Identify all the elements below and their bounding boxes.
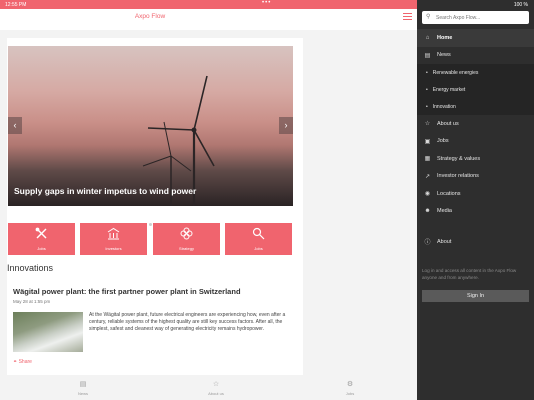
carousel-dots: [143, 213, 161, 226]
bullet-icon: •: [426, 103, 428, 110]
grid-icon: ▦: [424, 156, 431, 163]
building-icon: [107, 227, 120, 240]
briefcase-icon: ▣: [424, 138, 431, 145]
nav-label: Home: [437, 34, 453, 41]
quick-links: Jobs Investors Strategy Jobs: [8, 223, 293, 255]
nav-item-about[interactable]: ⓘ About: [417, 233, 534, 251]
people-icon: ☻: [424, 208, 431, 215]
hero-caption: Supply gaps in winter impetus to wind po…: [14, 186, 197, 196]
battery-text: 100 %: [513, 2, 528, 8]
tile-label: Jobs: [254, 246, 263, 251]
nav-label: About: [437, 238, 452, 245]
tile-label: Jobs: [37, 246, 46, 251]
nav-sublabel: Energy market: [432, 86, 466, 93]
nav-item-investor-relations[interactable]: ↗ Investor relations: [417, 168, 534, 186]
tile-investors[interactable]: Investors: [80, 223, 147, 255]
article-thumbnail[interactable]: [13, 312, 83, 352]
nav-label: About us: [437, 120, 459, 127]
search-icon: ⚲: [426, 14, 431, 20]
news-icon: ▤: [424, 52, 431, 59]
people-icon: ⚙: [346, 381, 354, 388]
tab-jobs[interactable]: ⚙ Jobs: [330, 381, 370, 396]
info-icon: ⓘ: [424, 240, 431, 247]
share-button[interactable]: ⚭ Share: [13, 359, 32, 365]
nav-label: Locations: [437, 190, 461, 197]
drawer-status: 100 %: [417, 0, 534, 9]
login-prompt: Log in and access all content in the Axp…: [422, 268, 517, 280]
side-drawer: 100 % ⚲ ⌂ Home ▤ News • Renewable energi…: [417, 0, 534, 400]
nav-label: Media: [437, 208, 452, 215]
tab-about-us[interactable]: ☆ About us: [196, 381, 236, 396]
article-date: May 28 at 1:55 pm: [13, 299, 51, 304]
article-card[interactable]: Wägital power plant: the first partner p…: [7, 278, 303, 375]
tab-news[interactable]: ▤ News: [63, 381, 103, 396]
tile-label: Strategy: [179, 246, 194, 251]
main-app: Axpo Flow ‹ › Supply gaps in winter impe…: [0, 0, 417, 400]
share-icon: ⚭: [13, 359, 18, 365]
share-label: Share: [18, 359, 32, 365]
nav-label: Jobs: [437, 138, 449, 145]
nav-item-media[interactable]: ☻ Media: [417, 203, 534, 221]
nav-item-home[interactable]: ⌂ Home: [417, 29, 534, 47]
magnifier-icon: [252, 227, 265, 240]
chart-icon: ↗: [424, 173, 431, 180]
bullet-icon: •: [426, 69, 428, 76]
tab-label: News: [77, 391, 88, 396]
nav-label: Investor relations: [437, 173, 479, 180]
search-box[interactable]: ⚲: [422, 11, 529, 24]
nav-sublabel: Innovation: [432, 103, 456, 110]
status-time: 12:55 PM: [5, 2, 27, 8]
nav-subitem-renewable[interactable]: • Renewable energies: [417, 64, 534, 81]
bottom-tab-bar: ▤ News ☆ About us ⚙ Jobs: [0, 378, 417, 400]
hero-carousel[interactable]: ‹ › Supply gaps in winter impetus to win…: [8, 46, 293, 206]
nav-item-jobs[interactable]: ▣ Jobs: [417, 133, 534, 151]
nav-item-about-us[interactable]: ☆ About us: [417, 115, 534, 133]
nav-item-locations[interactable]: ◉ Locations: [417, 185, 534, 203]
article-title[interactable]: Wägital power plant: the first partner p…: [13, 287, 241, 296]
nav-item-news[interactable]: ▤ News: [417, 47, 534, 65]
tile-jobs-search[interactable]: Jobs: [225, 223, 292, 255]
article-body: At the Wägital power plant, future elect…: [89, 312, 286, 333]
tools-icon: [35, 227, 47, 239]
star-icon: ☆: [212, 381, 220, 388]
tile-label: Investors: [105, 246, 122, 251]
nav-subitem-energy-market[interactable]: • Energy market: [417, 81, 534, 98]
carousel-prev-button[interactable]: ‹: [8, 117, 22, 134]
carousel-next-button[interactable]: ›: [279, 117, 293, 134]
tab-label: Jobs: [345, 391, 355, 396]
tab-label: About us: [208, 391, 224, 396]
news-icon: ▤: [79, 381, 87, 388]
status-dots: •••: [262, 0, 272, 6]
section-title: Innovations: [7, 263, 54, 273]
flower-icon: [180, 227, 193, 240]
menu-icon[interactable]: [403, 13, 412, 21]
home-icon: ⌂: [425, 34, 430, 41]
wind-turbine-image: [142, 75, 215, 206]
app-title: Axpo Flow: [134, 13, 166, 20]
sign-in-button[interactable]: Sign In: [422, 290, 529, 302]
nav-item-strategy[interactable]: ▦ Strategy & values: [417, 150, 534, 168]
tile-jobs[interactable]: Jobs: [8, 223, 75, 255]
nav-sublabel: Renewable energies: [432, 69, 479, 76]
star-icon: ☆: [424, 121, 431, 128]
nav-subitem-innovation[interactable]: • Innovation: [417, 98, 534, 115]
pin-icon: ◉: [424, 191, 431, 198]
search-input[interactable]: [436, 13, 526, 22]
drawer-nav: ⌂ Home ▤ News • Renewable energies • Ene…: [417, 29, 534, 251]
nav-label: Strategy & values: [437, 155, 481, 162]
nav-label: News: [437, 52, 451, 59]
tile-strategy[interactable]: Strategy: [153, 223, 220, 255]
bullet-icon: •: [426, 86, 428, 93]
